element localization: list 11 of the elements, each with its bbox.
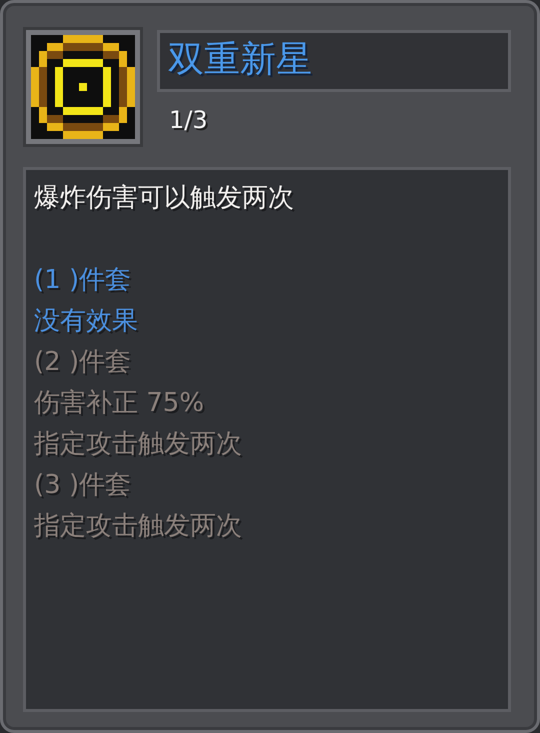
set-bonus-label: (2 )件套 bbox=[34, 346, 132, 379]
set-bonus-effect: 指定攻击触发两次 bbox=[34, 510, 243, 543]
set-bonus-effect: 伤害补正 75% bbox=[34, 387, 206, 420]
item-name: 双重新星 bbox=[157, 30, 511, 92]
description-text: 爆炸伤害可以触发两次 bbox=[34, 182, 295, 215]
target-icon bbox=[31, 35, 135, 139]
set-bonus-effect: 指定攻击触发两次 bbox=[34, 428, 243, 461]
set-bonus-label: (3 )件套 bbox=[34, 469, 132, 502]
set-bonus-effect: 没有效果 bbox=[34, 305, 139, 338]
set-bonus-label: (1 )件套 bbox=[34, 264, 132, 297]
set-count: 1/3 bbox=[168, 106, 209, 134]
